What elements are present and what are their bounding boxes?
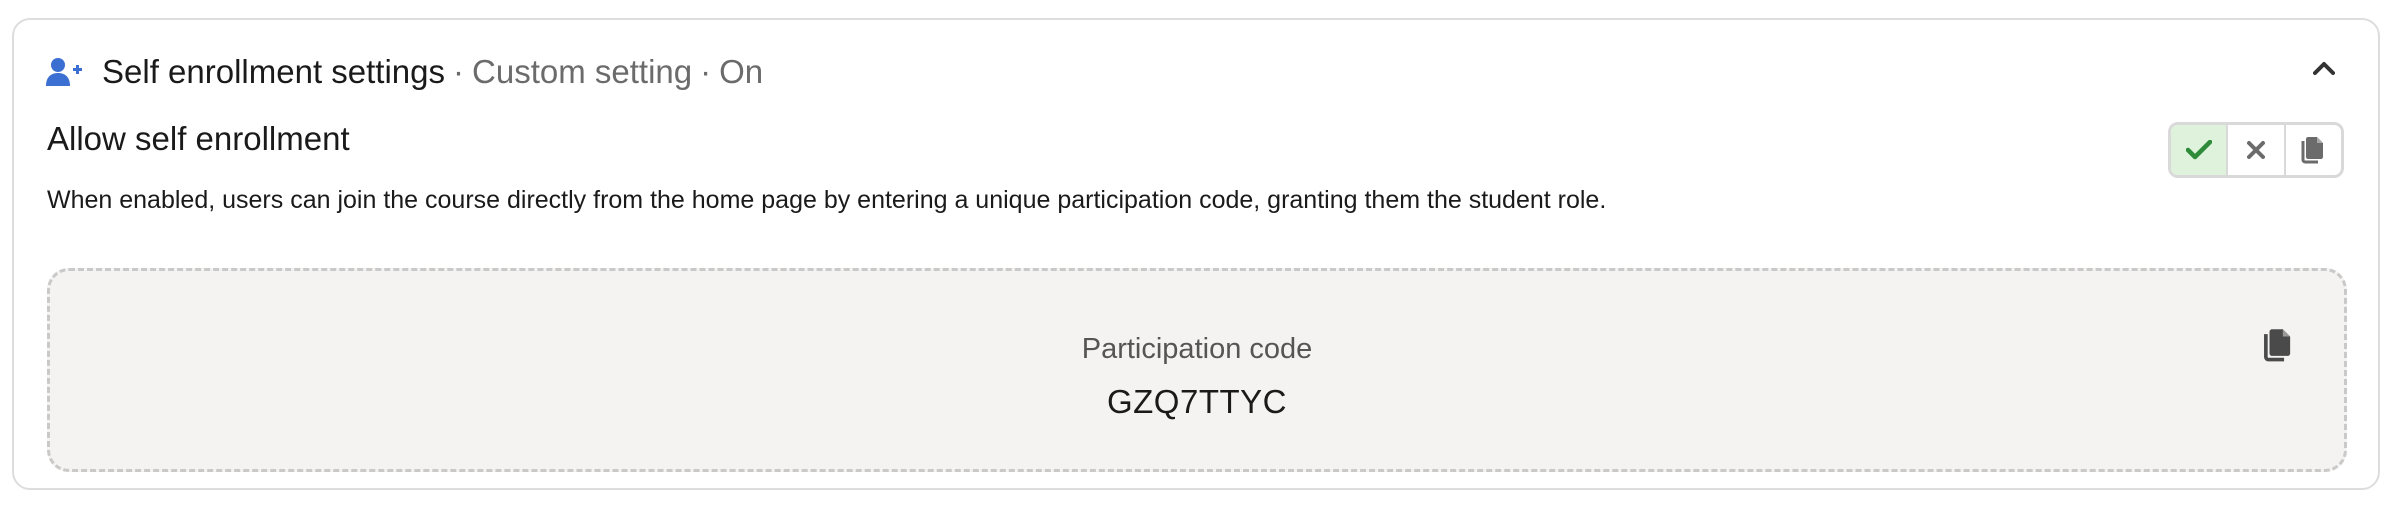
participation-code-value: GZQ7TTYC bbox=[1106, 383, 1287, 420]
status-label: On bbox=[719, 53, 764, 90]
separator: · bbox=[453, 53, 465, 90]
section-title: Self enrollment settings bbox=[102, 53, 446, 90]
setting-title: Allow self enrollment bbox=[47, 120, 350, 157]
participation-code-label: Participation code bbox=[1081, 333, 1313, 365]
self-enrollment-card: Self enrollment settings · Custom settin… bbox=[12, 18, 2380, 490]
copy-icon bbox=[2264, 329, 2291, 362]
separator: · bbox=[700, 53, 712, 90]
copy-setting-button[interactable] bbox=[2286, 125, 2341, 175]
copy-icon bbox=[2301, 137, 2324, 164]
setting-description: When enabled, users can join the course … bbox=[47, 186, 1607, 214]
section-header[interactable]: Self enrollment settings · Custom settin… bbox=[46, 40, 763, 104]
user-plus-icon bbox=[46, 57, 82, 87]
check-icon bbox=[2185, 140, 2212, 160]
close-icon bbox=[2246, 141, 2265, 159]
setting-toggle-group bbox=[2168, 122, 2344, 178]
copy-code-button[interactable] bbox=[2260, 325, 2296, 365]
setting-type-label: Custom setting bbox=[472, 53, 693, 90]
collapse-button[interactable] bbox=[2304, 48, 2344, 88]
disable-button[interactable] bbox=[2228, 125, 2286, 175]
enable-button[interactable] bbox=[2171, 125, 2229, 175]
chevron-up-icon bbox=[2313, 62, 2335, 75]
participation-code-box: Participation code GZQ7TTYC bbox=[47, 268, 2347, 472]
